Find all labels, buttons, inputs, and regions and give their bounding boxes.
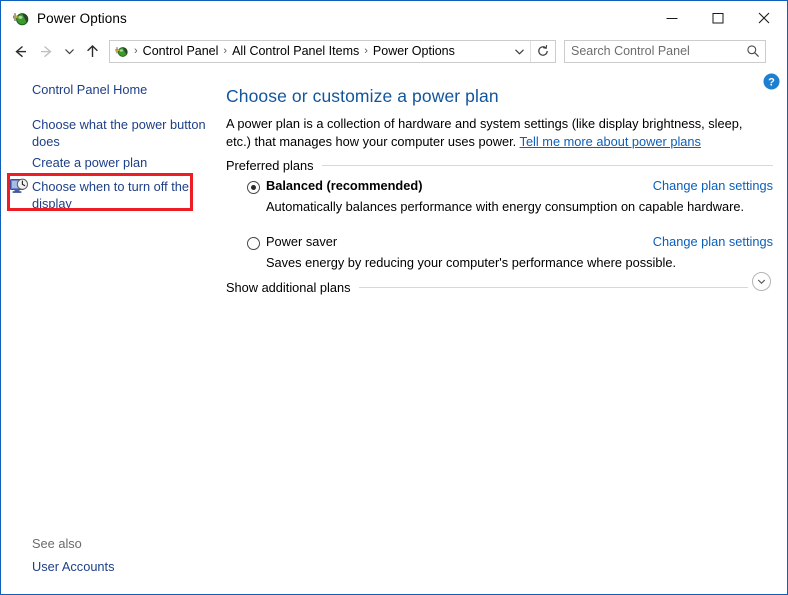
page-title: Choose or customize a power plan (226, 86, 499, 107)
up-one-level-button[interactable] (79, 38, 105, 64)
preferred-plans-label: Preferred plans (226, 158, 322, 173)
breadcrumb-separator: › (131, 46, 141, 57)
up-arrow-icon (84, 43, 101, 60)
address-dropdown-button[interactable] (508, 41, 530, 62)
plan-description-power-saver: Saves energy by reducing your computer's… (266, 255, 676, 270)
recent-pages-chevron-icon (63, 45, 76, 58)
radio-power-saver[interactable] (247, 237, 260, 250)
show-additional-plans-button[interactable] (752, 272, 771, 291)
breadcrumb-power-options[interactable]: Power Options (371, 44, 457, 58)
tell-me-more-link[interactable]: Tell me more about power plans (520, 134, 701, 149)
close-icon (758, 12, 770, 24)
chevron-down-icon (513, 45, 526, 58)
breadcrumb-separator: › (220, 46, 230, 57)
address-bar[interactable]: › Control Panel › All Control Panel Item… (109, 40, 556, 63)
plan-row-balanced[interactable]: Balanced (recommended) Automatically bal… (226, 178, 773, 222)
breadcrumb-control-panel[interactable]: Control Panel (141, 44, 221, 58)
window-controls (649, 1, 787, 34)
search-box[interactable] (564, 40, 766, 63)
forward-button[interactable] (33, 38, 59, 64)
sidebar-item-control-panel-home[interactable]: Control Panel Home (32, 81, 212, 98)
refresh-icon (536, 44, 550, 58)
sidebar-item-create-power-plan[interactable]: Create a power plan (32, 154, 212, 171)
show-additional-plans-label: Show additional plans (226, 280, 359, 295)
power-plan-list: Balanced (recommended) Automatically bal… (226, 178, 773, 278)
address-power-plug-icon (113, 43, 129, 59)
main-pane: Choose or customize a power plan A power… (224, 68, 787, 595)
see-also-label: See also (32, 536, 82, 551)
recent-locations-button[interactable] (59, 38, 79, 64)
preferred-plans-section-header: Preferred plans (226, 158, 773, 173)
page-description: A power plan is a collection of hardware… (226, 115, 764, 150)
minimize-button[interactable] (649, 1, 695, 34)
change-plan-settings-balanced[interactable]: Change plan settings (653, 178, 773, 193)
back-button[interactable] (7, 38, 33, 64)
power-options-window: Power Options (0, 0, 788, 595)
minimize-icon (666, 12, 678, 24)
forward-arrow-icon (38, 43, 55, 60)
search-input[interactable] (565, 44, 741, 58)
maximize-button[interactable] (695, 1, 741, 34)
radio-balanced[interactable] (247, 181, 260, 194)
back-arrow-icon (12, 43, 29, 60)
show-additional-plans-header[interactable]: Show additional plans (226, 280, 748, 295)
navigation-bar: › Control Panel › All Control Panel Item… (1, 35, 787, 67)
sidebar-item-user-accounts[interactable]: User Accounts (32, 559, 115, 574)
breadcrumb-separator: › (361, 46, 371, 57)
power-plug-icon (10, 8, 30, 28)
plan-name-balanced: Balanced (recommended) (266, 178, 422, 193)
title-bar: Power Options (1, 1, 787, 35)
search-icon[interactable] (741, 41, 765, 62)
chevron-down-circle-icon (756, 276, 767, 287)
content-area: ? Control Panel Home Choose what the pow… (2, 68, 787, 595)
section-divider (359, 287, 748, 288)
plan-name-power-saver: Power saver (266, 234, 337, 249)
window-title: Power Options (37, 11, 127, 26)
sidebar-item-power-button-does[interactable]: Choose what the power button does (32, 116, 210, 150)
plan-row-power-saver[interactable]: Power saver Saves energy by reducing you… (226, 234, 773, 278)
sidebar-item-turn-off-display[interactable]: Choose when to turn off the display (32, 178, 192, 212)
change-plan-settings-power-saver[interactable]: Change plan settings (653, 234, 773, 249)
plan-description-balanced: Automatically balances performance with … (266, 199, 744, 214)
close-button[interactable] (741, 1, 787, 34)
display-clock-icon (10, 178, 28, 195)
breadcrumb-all-control-panel-items[interactable]: All Control Panel Items (230, 44, 361, 58)
sidebar: Control Panel Home Choose what the power… (2, 68, 224, 595)
maximize-icon (712, 12, 724, 24)
refresh-button[interactable] (530, 41, 555, 62)
section-divider (322, 165, 774, 166)
